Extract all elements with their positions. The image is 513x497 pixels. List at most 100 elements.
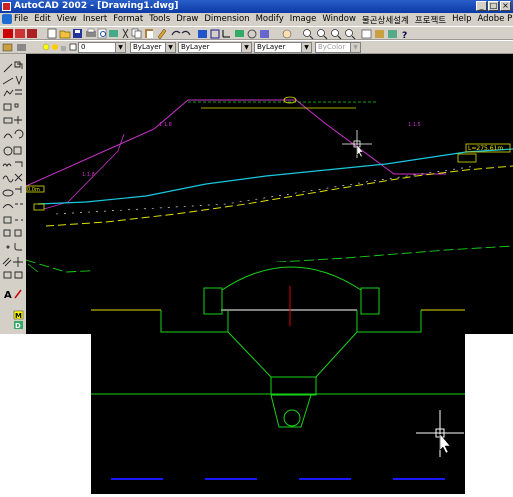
match-properties-icon[interactable] — [157, 28, 167, 40]
chamfer-tool-icon[interactable] — [14, 229, 22, 237]
zoom-previous-icon[interactable] — [331, 29, 342, 40]
pdf-review-icon[interactable] — [27, 29, 37, 38]
mirror-tool-icon[interactable] — [15, 75, 23, 86]
explode-tool-icon[interactable] — [13, 257, 23, 267]
tool-palette-icon[interactable] — [388, 30, 397, 38]
3d-orbit-icon[interactable] — [247, 29, 257, 39]
new-icon[interactable] — [47, 28, 57, 39]
move-tool-icon[interactable] — [14, 116, 22, 124]
ucs-icon[interactable] — [222, 30, 230, 38]
print-icon[interactable] — [86, 28, 96, 37]
layer-dropdown[interactable]: 0 ▼ — [78, 42, 126, 53]
make-object-layer-current-icon[interactable] — [2, 43, 13, 52]
menu-file[interactable]: File — [14, 14, 28, 26]
menu-view[interactable]: View — [57, 14, 77, 26]
maximize-button[interactable]: □ — [488, 1, 499, 11]
menu-dimension[interactable]: Dimension — [204, 14, 249, 26]
paste-icon[interactable] — [145, 29, 153, 38]
layer-sun-icon[interactable] — [52, 44, 58, 50]
rectangle-tool-icon[interactable] — [3, 117, 13, 124]
point-tool-icon[interactable] — [6, 245, 10, 249]
array-tool-icon[interactable] — [14, 103, 19, 108]
hatch-tool-icon[interactable] — [2, 257, 12, 267]
menu-help[interactable]: Help — [452, 14, 471, 26]
print-preview-icon[interactable] — [97, 28, 107, 39]
revision-cloud-icon[interactable] — [2, 163, 12, 168]
pdf-icon[interactable] — [3, 29, 13, 38]
spline-tool-icon[interactable] — [2, 175, 14, 183]
menu-draw[interactable]: Draw — [176, 14, 198, 26]
save-icon[interactable] — [73, 29, 82, 38]
menu-adobe-pdf[interactable]: Adobe PDF — [477, 14, 513, 26]
zoom-detail-inset — [91, 262, 465, 494]
insert-block-icon[interactable] — [3, 216, 12, 224]
color-control-dropdown[interactable]: ByLayer ▼ — [130, 42, 176, 53]
autocad-app-icon[interactable] — [2, 2, 11, 11]
menu-modify[interactable]: Modify — [256, 14, 284, 26]
plot-style-dropdown[interactable]: ByColor ▼ — [315, 42, 361, 53]
layer-lock-icon[interactable] — [61, 46, 66, 51]
pencil-tool-icon[interactable] — [14, 289, 22, 299]
ellipse-arc-icon[interactable] — [2, 204, 14, 209]
fillet-tool-icon[interactable] — [14, 243, 22, 251]
ellipse-tool-icon[interactable] — [2, 189, 14, 197]
menu-bar: File Edit View Insert Format Tools Draw … — [0, 13, 513, 26]
properties-icon[interactable] — [361, 29, 372, 39]
menu-tools[interactable]: Tools — [149, 14, 170, 26]
close-button[interactable]: × — [500, 1, 511, 11]
menu-korean-1[interactable]: 물곤상세설계 — [362, 14, 409, 26]
left-station-marker — [33, 203, 45, 211]
copy-icon[interactable] — [131, 28, 142, 39]
green-funnel — [227, 331, 358, 378]
line-tool-icon[interactable] — [3, 63, 13, 73]
offset-tool-icon[interactable] — [15, 89, 22, 95]
polygon-tool-icon[interactable] — [3, 103, 12, 111]
menu-format[interactable]: Format — [113, 14, 143, 26]
standard-toolbar: ? — [0, 26, 513, 40]
menu-korean-2[interactable]: 프로젝트 — [415, 14, 446, 26]
polyline-tool-icon[interactable] — [3, 89, 14, 97]
layer-dropdown-value: 0 — [81, 43, 86, 51]
lineweight-control-dropdown[interactable]: ByLayer ▼ — [254, 42, 312, 53]
cut-icon[interactable] — [122, 28, 129, 39]
linetype-control-dropdown[interactable]: ByLayer ▼ — [178, 42, 252, 53]
undo-icon[interactable] — [171, 30, 181, 36]
multiline-text-icon[interactable]: A — [4, 290, 12, 301]
menu-image[interactable]: Image — [290, 14, 317, 26]
rotate-tool-icon[interactable] — [14, 129, 24, 139]
region-tool-icon[interactable] — [3, 271, 12, 279]
menu-insert[interactable]: Insert — [83, 14, 107, 26]
stretch-tool-icon[interactable] — [15, 161, 23, 167]
menu-window[interactable]: Window — [322, 14, 356, 26]
extend-tool-icon[interactable] — [15, 186, 22, 193]
scale-tool-icon[interactable] — [13, 146, 22, 155]
minimize-button[interactable]: _ — [476, 1, 487, 11]
layer-properties-icon[interactable] — [17, 44, 26, 51]
redo-icon[interactable] — [181, 30, 191, 36]
layer-bulb-icon[interactable] — [42, 43, 50, 51]
pdf-email-icon[interactable] — [15, 29, 25, 38]
zoom-window-icon[interactable] — [317, 29, 328, 40]
menu-edit[interactable]: Edit — [34, 14, 50, 26]
copy-tool-icon[interactable] — [14, 61, 23, 69]
construction-line-icon[interactable] — [2, 77, 14, 85]
hyperlink-icon[interactable] — [198, 30, 207, 38]
object-snap-icon[interactable] — [210, 29, 220, 39]
zoom-extents-icon[interactable] — [345, 29, 356, 40]
named-views-icon[interactable] — [235, 30, 244, 37]
layer-color-swatch-icon[interactable] — [69, 43, 77, 51]
trim-tool-icon[interactable] — [14, 173, 23, 182]
document-icon[interactable] — [2, 14, 12, 24]
design-center-icon[interactable] — [375, 30, 384, 38]
arc-tool-icon[interactable] — [3, 133, 13, 139]
circle-tool-icon[interactable] — [3, 146, 13, 156]
make-block-icon[interactable] — [3, 229, 11, 237]
publish-icon[interactable] — [109, 30, 118, 37]
gradient-tool-icon[interactable] — [14, 271, 23, 279]
zoom-realtime-icon[interactable] — [303, 29, 314, 40]
pan-icon[interactable] — [282, 29, 292, 39]
open-icon[interactable] — [59, 30, 71, 39]
help-icon[interactable]: ? — [402, 31, 407, 40]
lineweight-control-value: ByLayer — [257, 43, 286, 51]
shade-icon[interactable] — [260, 30, 269, 38]
